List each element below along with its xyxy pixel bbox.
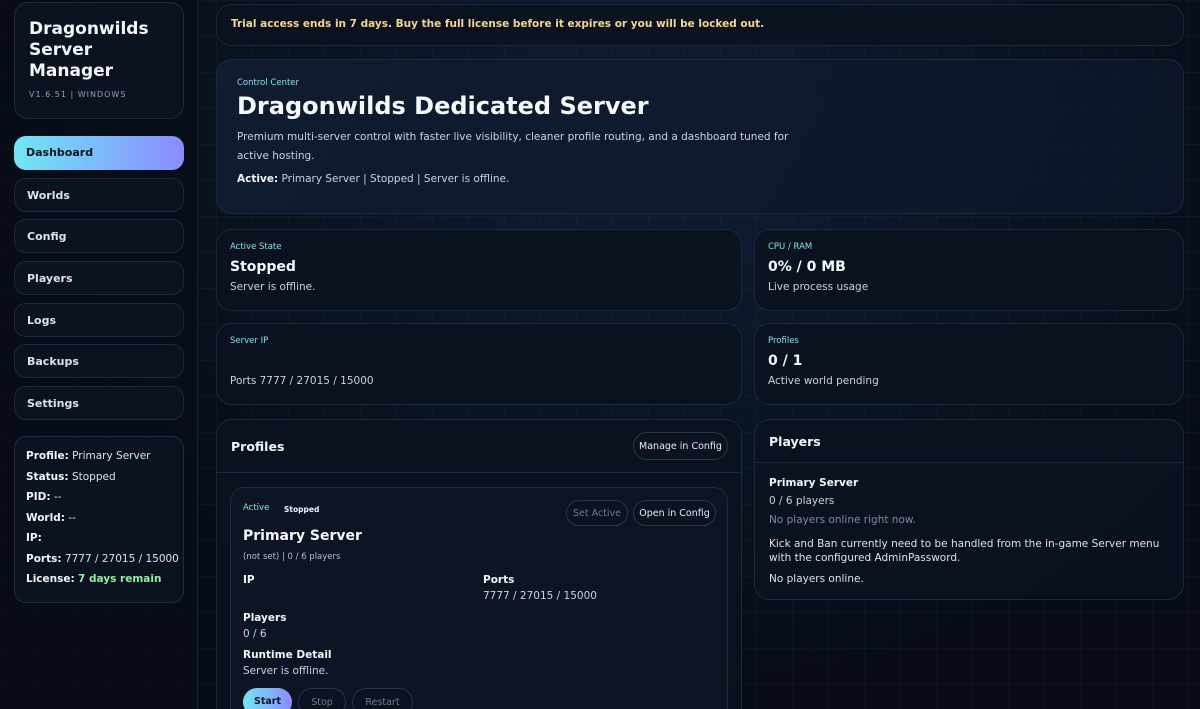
sidebar: Dragonwilds Server Manager V1.6.51 | WIN… [0,0,198,709]
restart-button[interactable]: Restart [352,688,413,709]
status-card: Profile: Primary Server Status: Stopped … [14,436,184,603]
players-server-name: Primary Server [769,477,859,489]
status-profile: Profile: Primary Server [26,450,151,462]
ip-label: IP [243,574,255,586]
players-panel: Players Primary Server 0 / 6 players No … [754,419,1184,600]
players-label: Players [243,612,287,624]
status-status: Status: Stopped [26,470,116,483]
trial-banner: Trial access ends in 7 days. Buy the ful… [216,4,1184,46]
players-value: 0 / 6 [243,628,267,640]
runtime-label: Runtime Detail [243,649,332,661]
ports-label: Ports [483,574,515,586]
status-ports: Ports: 7777 / 27015 / 15000 [26,552,179,565]
nav-settings[interactable]: Settings [14,386,184,420]
ports-value: 7777 / 27015 / 15000 [483,590,597,602]
kick-ban-note: Kick and Ban currently need to be handle… [769,538,1160,564]
status-world: World: -- [26,511,76,524]
status-ip: IP: [26,532,42,544]
runtime-value: Server is offline. [243,665,329,677]
nav-logs[interactable]: Logs [14,303,184,337]
nav-dashboard[interactable]: Dashboard [14,136,184,170]
app-title: Dragonwilds Server Manager [29,19,149,81]
profiles-title: Profiles [231,439,285,454]
stat-cpu-ram: CPU / RAM 0% / 0 MB Live process usage [754,229,1184,311]
players-count: 0 / 6 players [769,495,835,507]
hero-active-line: Active: Primary Server | Stopped | Serve… [237,173,510,185]
profile-meta: (not set) | 0 / 6 players [243,552,341,562]
active-badge: Active [243,503,270,513]
nav-backups[interactable]: Backups [14,344,184,378]
status-pid: PID: -- [26,491,62,503]
status-badge: Stopped [284,505,320,514]
hero-panel: Control Center Dragonwilds Dedicated Ser… [216,59,1184,214]
status-license: License: 7 days remain [26,573,162,585]
stat-server-ip: Server IP Ports 7777 / 27015 / 15000 [216,323,742,405]
nav-worlds[interactable]: Worlds [14,178,184,212]
hero-description: Premium multi-server control with faster… [237,131,789,162]
open-in-config-button[interactable]: Open in Config [633,500,716,526]
divider [755,462,1183,463]
stop-button[interactable]: Stop [298,688,346,709]
hero-eyebrow: Control Center [237,78,300,88]
players-online-note: No players online right now. [769,514,916,526]
profile-name: Primary Server [243,528,362,544]
nav-players[interactable]: Players [14,261,184,295]
players-empty: No players online. [769,573,864,585]
brand-card: Dragonwilds Server Manager V1.6.51 | WIN… [14,2,184,119]
stat-profiles: Profiles 0 / 1 Active world pending [754,323,1184,405]
app-version: V1.6.51 | WINDOWS [29,90,127,99]
stat-active-state: Active State Stopped Server is offline. [216,229,742,311]
manage-in-config-button[interactable]: Manage in Config [633,432,728,460]
set-active-button[interactable]: Set Active [566,500,628,526]
nav-config[interactable]: Config [14,219,184,253]
page-title: Dragonwilds Dedicated Server [237,92,649,120]
divider [217,472,741,473]
players-title: Players [769,434,821,449]
start-button[interactable]: Start [243,688,292,709]
